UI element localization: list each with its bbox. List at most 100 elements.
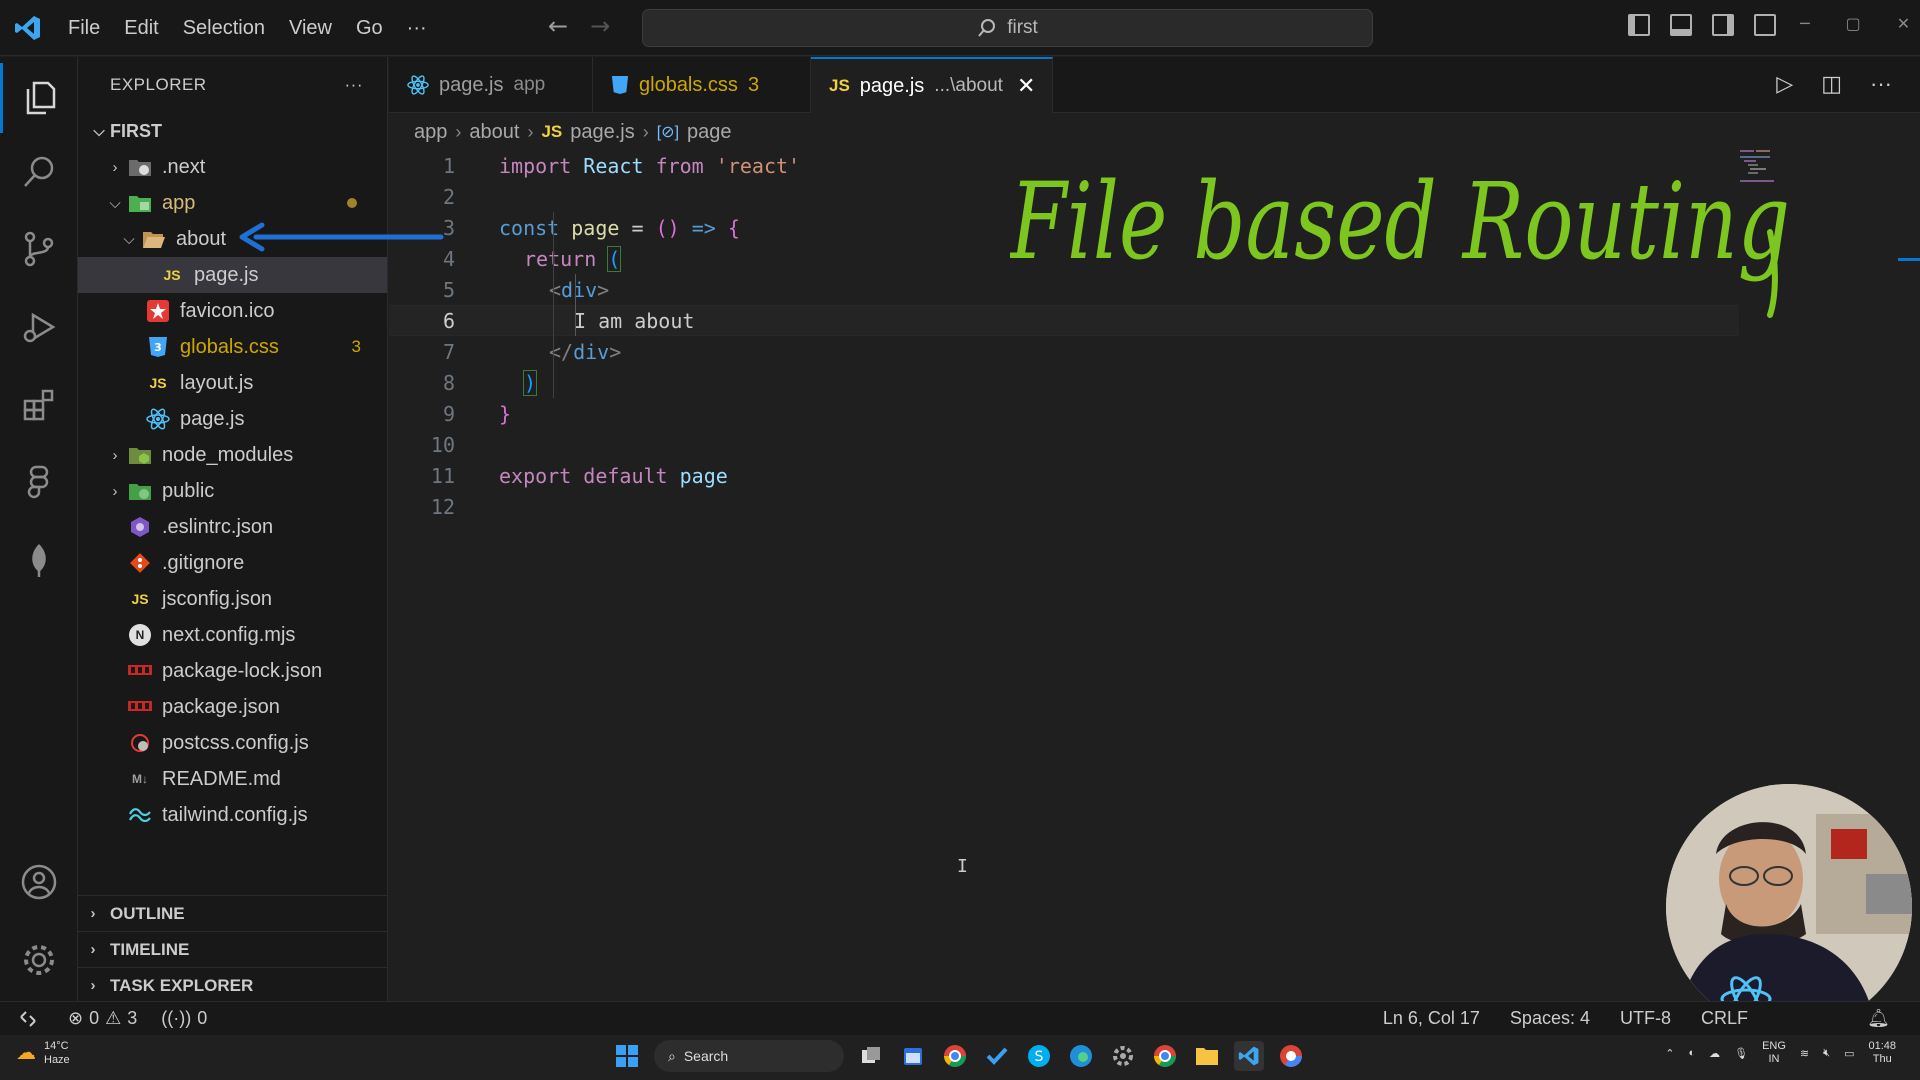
settings-app-icon[interactable] — [1108, 1041, 1138, 1071]
tab-close-icon[interactable]: ✕ — [1017, 73, 1035, 99]
problems-indicator[interactable]: ⊗ 0 ⚠ 3 — [56, 1008, 149, 1029]
warning-count: 3 — [127, 1008, 138, 1028]
tree-item-app-page-js[interactable]: page.js — [78, 401, 387, 437]
breadcrumb-app[interactable]: app — [414, 121, 447, 144]
task-explorer-section[interactable]: › TASK EXPLORER — [78, 967, 388, 1003]
line-number: 1 — [442, 153, 455, 178]
file-explorer-icon[interactable] — [1192, 1041, 1222, 1071]
remote-indicator-icon[interactable] — [0, 1002, 56, 1036]
workspace-root[interactable]: ⌵ FIRST — [78, 113, 387, 149]
tree-item-node-modules[interactable]: › node_modules — [78, 437, 387, 473]
taskbar-search[interactable]: ⌕ Search — [654, 1040, 844, 1072]
menu-more[interactable]: ··· — [395, 0, 439, 56]
tray-overflow-icon[interactable]: ⌃ — [1665, 1047, 1674, 1060]
region-code: IN — [1768, 1053, 1780, 1065]
onedrive-icon[interactable]: ☁ — [1709, 1047, 1720, 1060]
toggle-panel-icon[interactable] — [1670, 14, 1692, 36]
tree-item-public[interactable]: › public — [78, 473, 387, 509]
system-tray: ⌃ ◐ ☁ 🎙︎ ENG IN ≋ 🔇︎ ▭ 01:48 Thu — [1665, 1040, 1896, 1066]
toggle-secondary-sidebar-icon[interactable] — [1712, 14, 1734, 36]
edge-icon[interactable] — [1066, 1041, 1096, 1071]
close-window-icon[interactable]: ✕ — [1897, 14, 1910, 33]
calendar-app-icon[interactable] — [898, 1041, 928, 1071]
tree-item-gitignore[interactable]: .gitignore — [78, 545, 387, 581]
chrome-profile-icon[interactable] — [1150, 1041, 1180, 1071]
restore-icon[interactable]: ▢ — [1846, 14, 1861, 33]
token: default — [583, 463, 668, 488]
chrome-icon[interactable] — [940, 1041, 970, 1071]
menu-edit[interactable]: Edit — [112, 0, 170, 56]
skype-icon[interactable]: S — [1024, 1041, 1054, 1071]
encoding[interactable]: UTF-8 — [1608, 1008, 1683, 1029]
menu-selection[interactable]: Selection — [171, 0, 277, 56]
figma-icon[interactable] — [0, 447, 78, 517]
tree-item-package-json[interactable]: package.json — [78, 689, 387, 725]
menu-go[interactable]: Go — [344, 0, 395, 56]
menu-file[interactable]: File — [56, 0, 112, 56]
tree-item-jsconfig[interactable]: JS jsconfig.json — [78, 581, 387, 617]
indentation[interactable]: Spaces: 4 — [1498, 1008, 1602, 1029]
tree-item-layout-js[interactable]: JS layout.js — [78, 365, 387, 401]
tree-item-readme[interactable]: M↓ README.md — [78, 761, 387, 797]
explorer-more-actions[interactable]: ··· — [345, 75, 363, 95]
back-arrow-icon[interactable]: ← — [548, 12, 568, 40]
wifi-icon[interactable]: ≋ — [1800, 1047, 1809, 1060]
run-debug-icon[interactable] — [0, 292, 78, 362]
svg-text:3: 3 — [154, 341, 162, 354]
minimize-icon[interactable]: ─ — [1800, 14, 1810, 33]
mongodb-leaf-icon[interactable] — [0, 525, 78, 595]
breadcrumb-file[interactable]: page.js — [570, 121, 635, 144]
toggle-primary-sidebar-icon[interactable] — [1628, 14, 1650, 36]
extensions-icon[interactable] — [0, 370, 78, 440]
timeline-section[interactable]: › TIMELINE — [78, 931, 388, 967]
settings-gear-icon[interactable] — [0, 925, 78, 995]
react-icon — [144, 407, 172, 431]
source-control-icon[interactable] — [0, 214, 78, 284]
tree-item-about-page-js[interactable]: JS page.js — [78, 257, 387, 293]
accounts-icon[interactable] — [0, 847, 78, 917]
chrome-dev-icon[interactable] — [1276, 1041, 1306, 1071]
tree-item-favicon[interactable]: favicon.ico — [78, 293, 387, 329]
clock[interactable]: 01:48 Thu — [1868, 1040, 1896, 1066]
tab-app-page-js[interactable]: page.js app — [389, 57, 593, 113]
tree-item-postcss[interactable]: postcss.config.js — [78, 725, 387, 761]
tree-item-tailwind-config[interactable]: tailwind.config.js — [78, 797, 387, 833]
outline-section[interactable]: › OUTLINE — [78, 895, 388, 931]
explorer-icon[interactable] — [0, 63, 78, 133]
search-icon[interactable] — [0, 137, 78, 207]
run-file-icon[interactable]: ▷ — [1776, 71, 1793, 97]
command-center-search[interactable]: first — [642, 9, 1373, 47]
weather-widget[interactable]: ☁ 14°C Haze — [16, 1039, 70, 1067]
breadcrumb-symbol[interactable]: page — [687, 121, 732, 144]
tree-item-eslintrc[interactable]: .eslintrc.json — [78, 509, 387, 545]
tree-item-label: tailwind.config.js — [162, 803, 308, 826]
menu-view[interactable]: View — [277, 0, 344, 56]
customize-layout-icon[interactable] — [1754, 14, 1776, 36]
tree-item-app[interactable]: ⌵ app — [78, 185, 387, 221]
tab-about-page-js[interactable]: JS page.js ...\about ✕ — [811, 57, 1053, 113]
cursor-position[interactable]: Ln 6, Col 17 — [1371, 1008, 1492, 1029]
weather-temp: 14°C — [44, 1040, 69, 1052]
ports-indicator[interactable]: ((·)) 0 — [149, 1008, 219, 1029]
end-of-line[interactable]: CRLF — [1689, 1008, 1760, 1029]
tree-item-next-config[interactable]: N next.config.mjs — [78, 617, 387, 653]
tray-app-icon[interactable]: ◐ — [1688, 1047, 1695, 1059]
breadcrumb-about[interactable]: about — [469, 121, 519, 144]
editor-more-icon[interactable]: ··· — [1870, 71, 1892, 97]
notifications-bell-icon[interactable]: 🔔︎ — [1867, 1008, 1890, 1029]
vscode-taskbar-icon[interactable] — [1234, 1041, 1264, 1071]
windows-start-icon[interactable] — [612, 1041, 642, 1071]
tab-globals-css[interactable]: globals.css 3 — [593, 57, 811, 113]
split-editor-icon[interactable]: ◫ — [1821, 71, 1842, 97]
forward-arrow-icon[interactable]: → — [590, 12, 610, 40]
tree-item-next[interactable]: › .next — [78, 149, 387, 185]
volume-muted-icon[interactable]: 🔇︎ — [1823, 1047, 1830, 1060]
todo-check-icon[interactable] — [982, 1041, 1012, 1071]
tree-item-package-lock[interactable]: package-lock.json — [78, 653, 387, 689]
battery-icon[interactable]: ▭ — [1844, 1047, 1854, 1060]
next-logo-icon: N — [126, 623, 154, 647]
task-view-icon[interactable] — [856, 1041, 886, 1071]
microphone-icon[interactable]: 🎙︎ — [1734, 1047, 1748, 1060]
tree-item-globals-css[interactable]: 3 globals.css 3 — [78, 329, 387, 365]
language-indicator[interactable]: ENG IN — [1762, 1040, 1786, 1066]
